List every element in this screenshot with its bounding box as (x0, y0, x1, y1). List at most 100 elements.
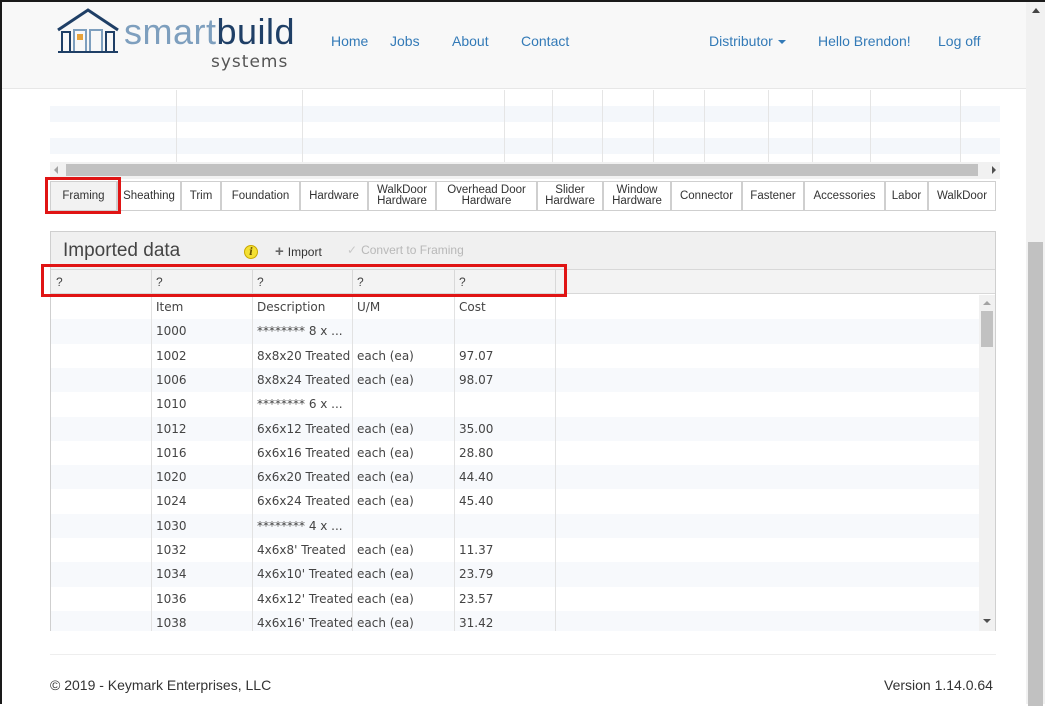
table-cell[interactable]: 98.07 (459, 373, 493, 387)
page-scrollbar[interactable] (1026, 2, 1045, 706)
tab-overhead-door-hardware[interactable]: Overhead Door Hardware (436, 181, 537, 211)
column-header-1[interactable]: ? (56, 275, 63, 289)
scroll-up-arrow-icon[interactable] (1032, 8, 1040, 13)
table-cell[interactable]: 1020 (156, 470, 187, 484)
table-cell[interactable]: U/M (357, 300, 380, 314)
column-header-2[interactable]: ? (156, 275, 163, 289)
table-row[interactable]: 1000 ******** 8 x ... (51, 319, 979, 344)
table-cell[interactable]: 23.79 (459, 567, 493, 581)
table-row[interactable]: 1002 8x8x20 Treated each (ea) 97.07 (51, 344, 979, 368)
table-cell[interactable]: each (ea) (357, 567, 414, 581)
table-cell[interactable]: each (ea) (357, 494, 414, 508)
logo[interactable]: smartbuild systems (56, 6, 296, 78)
nav-jobs[interactable]: Jobs (390, 32, 420, 50)
table-cell[interactable]: 1032 (156, 543, 187, 557)
table-cell[interactable]: each (ea) (357, 543, 414, 557)
table-cell[interactable]: ******** 8 x ... (257, 324, 343, 338)
grid-scrollbar[interactable] (979, 295, 995, 631)
table-cell[interactable]: 28.80 (459, 446, 493, 460)
table-cell[interactable]: each (ea) (357, 422, 414, 436)
grid-scrollbar-thumb[interactable] (981, 311, 993, 347)
table-row[interactable]: 1024 6x6x24 Treated each (ea) 45.40 (51, 489, 979, 513)
table-cell[interactable]: 35.00 (459, 422, 493, 436)
table-cell[interactable]: 45.40 (459, 494, 493, 508)
table-cell[interactable]: 44.40 (459, 470, 493, 484)
tab-slider-hardware[interactable]: Slider Hardware (537, 181, 603, 211)
table-cell[interactable]: 8x8x24 Treated (257, 373, 350, 387)
tab-connector[interactable]: Connector (671, 181, 742, 211)
table-cell[interactable]: each (ea) (357, 616, 414, 630)
table-cell[interactable]: 8x8x20 Treated (257, 349, 350, 363)
tab-fastener[interactable]: Fastener (742, 181, 804, 211)
table-cell[interactable]: each (ea) (357, 373, 414, 387)
tab-sheathing[interactable]: Sheathing (117, 181, 181, 211)
table-row[interactable]: Item Description U/M Cost (51, 295, 979, 319)
table-cell[interactable]: ******** 4 x ... (257, 519, 343, 533)
user-greeting-link[interactable]: Hello Brendon! (818, 32, 911, 50)
scroll-down-arrow-icon[interactable] (983, 619, 991, 623)
table-row[interactable]: 1030 ******** 4 x ... (51, 513, 979, 538)
tab-walkdoor-hardware[interactable]: WalkDoor Hardware (368, 181, 436, 211)
table-cell[interactable]: 97.07 (459, 349, 493, 363)
tab-walkdoor[interactable]: WalkDoor (928, 181, 996, 211)
table-cell[interactable]: 1002 (156, 349, 187, 363)
table-cell[interactable]: 1030 (156, 519, 187, 533)
table-row[interactable]: 1038 4x6x16' Treated each (ea) 31.42 (51, 610, 979, 631)
table-row[interactable]: 1032 4x6x8' Treated each (ea) 11.37 (51, 538, 979, 562)
table-cell[interactable]: 4x6x8' Treated (257, 543, 346, 557)
table-cell[interactable]: 1036 (156, 592, 187, 606)
tab-hardware[interactable]: Hardware (300, 181, 368, 211)
column-header-4[interactable]: ? (357, 275, 364, 289)
table-cell[interactable]: 4x6x16' Treated (257, 616, 354, 630)
nav-about[interactable]: About (452, 32, 489, 50)
table-cell[interactable]: 1024 (156, 494, 187, 508)
tab-window-hardware[interactable]: Window Hardware (603, 181, 671, 211)
column-header-5[interactable]: ? (459, 275, 466, 289)
table-cell[interactable]: 1010 (156, 397, 187, 411)
table-cell[interactable]: each (ea) (357, 470, 414, 484)
table-row[interactable]: 1006 8x8x24 Treated each (ea) 98.07 (51, 367, 979, 393)
tab-foundation[interactable]: Foundation (221, 181, 300, 211)
import-button[interactable]: + Import (275, 243, 322, 260)
nav-contact[interactable]: Contact (521, 32, 569, 50)
table-cell[interactable]: 4x6x12' Treated (257, 592, 354, 606)
table-cell[interactable]: 6x6x12 Treated (257, 422, 350, 436)
logoff-link[interactable]: Log off (938, 32, 981, 50)
table-row[interactable]: 1036 4x6x12' Treated each (ea) 23.57 (51, 587, 979, 611)
scroll-right-arrow-icon[interactable] (992, 166, 996, 174)
table-row[interactable]: 1010 ******** 6 x ... (51, 392, 979, 416)
table-cell[interactable]: ******** 6 x ... (257, 397, 343, 411)
table-cell[interactable]: 1016 (156, 446, 187, 460)
table-cell[interactable]: 31.42 (459, 616, 493, 630)
table-row[interactable]: 1016 6x6x16 Treated each (ea) 28.80 (51, 441, 979, 465)
scroll-left-arrow-icon[interactable] (54, 166, 58, 174)
horizontal-scrollbar[interactable] (50, 162, 1000, 179)
table-cell[interactable]: 11.37 (459, 543, 493, 557)
scroll-up-arrow-icon[interactable] (983, 301, 991, 305)
horizontal-scrollbar-thumb[interactable] (66, 164, 978, 176)
table-row[interactable]: 1020 6x6x20 Treated each (ea) 44.40 (51, 465, 979, 490)
table-cell[interactable]: Description (257, 300, 325, 314)
table-cell[interactable]: each (ea) (357, 592, 414, 606)
column-header-3[interactable]: ? (257, 275, 264, 289)
table-cell[interactable]: 4x6x10' Treated (257, 567, 354, 581)
nav-home[interactable]: Home (331, 32, 368, 50)
table-cell[interactable]: 1038 (156, 616, 187, 630)
table-cell[interactable]: Cost (459, 300, 486, 314)
table-row[interactable]: 1034 4x6x10' Treated each (ea) 23.79 (51, 562, 979, 587)
tab-framing[interactable]: Framing (50, 181, 117, 211)
table-cell[interactable]: 6x6x16 Treated (257, 446, 350, 460)
info-icon[interactable]: i (244, 245, 258, 259)
table-cell[interactable]: each (ea) (357, 349, 414, 363)
table-cell[interactable]: each (ea) (357, 446, 414, 460)
convert-to-framing-button[interactable]: ✓ Convert to Framing (347, 243, 464, 257)
table-cell[interactable]: 6x6x24 Treated (257, 494, 350, 508)
table-cell[interactable]: 6x6x20 Treated (257, 470, 350, 484)
table-cell[interactable]: 1000 (156, 324, 187, 338)
table-cell[interactable]: 1012 (156, 422, 187, 436)
table-row[interactable]: 1012 6x6x12 Treated each (ea) 35.00 (51, 416, 979, 441)
tab-labor[interactable]: Labor (885, 181, 928, 211)
table-cell[interactable]: 1006 (156, 373, 187, 387)
table-cell[interactable]: 23.57 (459, 592, 493, 606)
distributor-dropdown[interactable]: Distributor (709, 32, 786, 50)
